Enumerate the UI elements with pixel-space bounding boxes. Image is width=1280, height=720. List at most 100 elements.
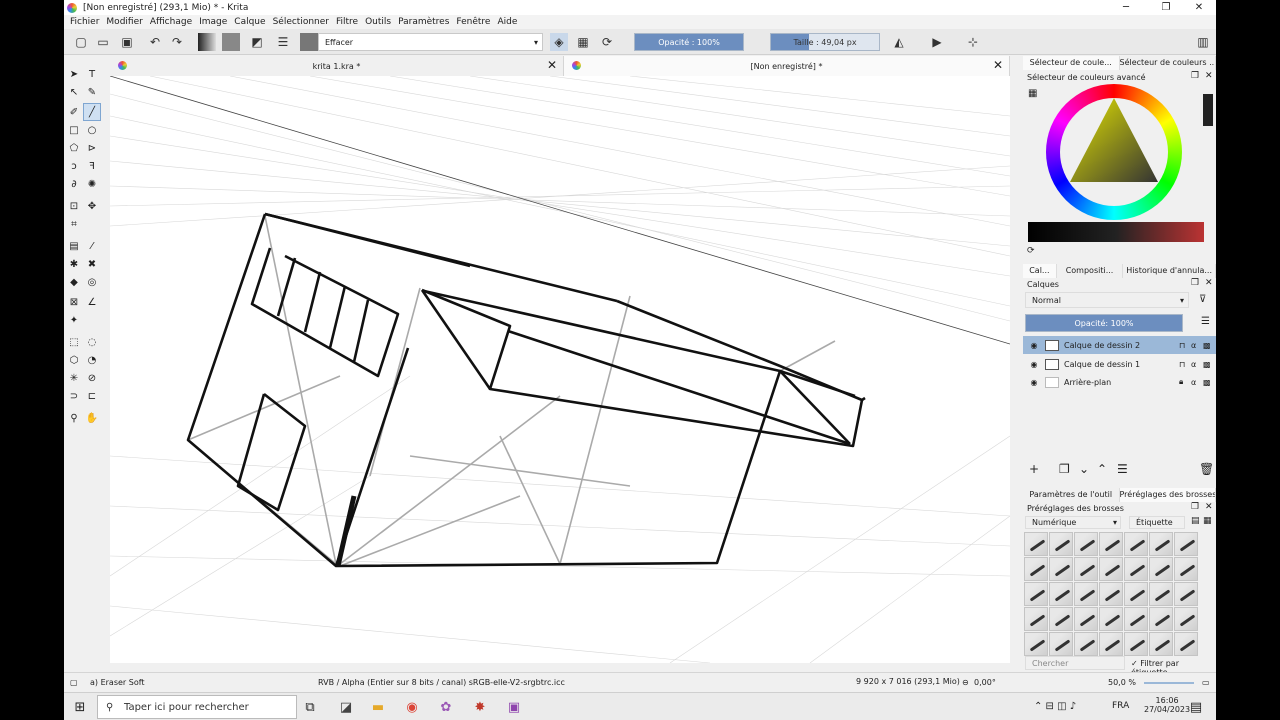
magnetic-select-icon[interactable]: ⊏ <box>84 388 100 404</box>
eraser-mode-icon[interactable]: ◈ <box>550 33 568 51</box>
move-layer-up-icon[interactable]: ⌃ <box>1097 462 1107 476</box>
move-icon[interactable]: ✥ <box>84 198 100 214</box>
undo-icon[interactable]: ↶ <box>146 33 164 51</box>
tab-layers[interactable]: Cal... <box>1023 264 1057 278</box>
reference-icon[interactable]: ✦ <box>66 312 82 328</box>
brush-preset-tile[interactable] <box>1099 632 1123 656</box>
multibrush-icon[interactable]: ✺ <box>84 176 100 192</box>
color-settings-icon[interactable]: ▦ <box>1028 88 1037 99</box>
menu-file[interactable]: Fichier <box>70 17 99 27</box>
brush-preset-tile[interactable] <box>1174 557 1198 581</box>
freehand-brush-icon[interactable]: ✐ <box>66 104 82 120</box>
open-folder-icon[interactable]: ▭ <box>94 33 112 51</box>
menu-edit[interactable]: Modifier <box>106 17 142 27</box>
brush-preset-tile[interactable] <box>1149 582 1173 606</box>
task-view-icon[interactable]: ⧉ <box>300 697 320 717</box>
save-icon[interactable]: ▣ <box>118 33 136 51</box>
dynamic-brush-icon[interactable]: ∂ <box>66 176 82 192</box>
visibility-icon[interactable]: ◉ <box>1027 360 1041 369</box>
delete-layer-icon[interactable]: 🗑︎ <box>1199 462 1214 476</box>
tab-color-selector[interactable]: Sélecteur de coule... <box>1023 56 1120 70</box>
zoom-icon[interactable]: ⚲ <box>66 410 82 426</box>
ellipse-select-icon[interactable]: ◌ <box>84 334 100 350</box>
brush-preset-tile[interactable] <box>1074 632 1098 656</box>
inherit-alpha-icon[interactable]: ▩ <box>1203 360 1211 369</box>
brush-preset-tile[interactable] <box>1074 607 1098 631</box>
close-panel-icon[interactable]: ✕ <box>1205 71 1213 81</box>
close-tab-icon[interactable]: ✕ <box>993 58 1003 72</box>
windows-start-icon[interactable]: ⊞ <box>70 697 90 717</box>
language-indicator[interactable]: FRA <box>1112 701 1129 711</box>
brush-preset-tile[interactable] <box>1074 557 1098 581</box>
view-mode-icon[interactable]: ▤ <box>1191 516 1200 526</box>
brush-preset-tile[interactable] <box>1149 632 1173 656</box>
lock-icon[interactable]: ⊓ <box>1179 341 1185 350</box>
brush-preset-tile[interactable] <box>1049 632 1073 656</box>
menu-tools[interactable]: Outils <box>365 17 391 27</box>
color-wheel[interactable] <box>1046 84 1182 220</box>
app-taskbar-icon[interactable]: ✸ <box>470 697 490 717</box>
polygon-icon[interactable]: ⬠ <box>66 140 82 156</box>
transform-icon[interactable]: ⊡ <box>66 198 82 214</box>
fg-bg-color-icon[interactable]: ◩ <box>248 33 266 51</box>
brush-preset-tile[interactable] <box>1099 607 1123 631</box>
close-panel-icon[interactable]: ✕ <box>1205 502 1213 512</box>
color-bar-shades[interactable] <box>1028 222 1204 242</box>
krita-taskbar-icon[interactable]: ✿ <box>436 697 456 717</box>
enclose-fill-icon[interactable]: ◎ <box>84 274 100 290</box>
visibility-icon[interactable]: ◉ <box>1027 378 1041 387</box>
menu-filter[interactable]: Filtre <box>336 17 358 27</box>
preserve-alpha-icon[interactable]: ▦ <box>574 33 592 51</box>
size-slider[interactable]: Taille : 49,04 px <box>770 33 880 51</box>
redo-icon[interactable]: ↷ <box>168 33 186 51</box>
tag-select[interactable]: Étiquette <box>1129 516 1185 529</box>
brush-settings-icon[interactable]: ☰ <box>274 33 292 51</box>
menu-select[interactable]: Sélectionner <box>273 17 329 27</box>
brush-preset-tile[interactable] <box>1124 532 1148 556</box>
inherit-alpha-icon[interactable]: ▩ <box>1203 341 1211 350</box>
menu-help[interactable]: Aide <box>497 17 517 27</box>
polyline-icon[interactable]: ⊳ <box>84 140 100 156</box>
brush-preset-tile[interactable] <box>1124 607 1148 631</box>
close-panel-icon[interactable]: ✕ <box>1205 278 1213 288</box>
recorder-icon[interactable]: ▣ <box>504 697 524 717</box>
alpha-lock-icon[interactable]: α <box>1191 360 1196 369</box>
freehand-select-icon[interactable]: ◔ <box>84 352 100 368</box>
mirror-horizontal-icon[interactable]: ◭ <box>890 33 908 51</box>
menu-image[interactable]: Image <box>199 17 227 27</box>
brush-preset-tile[interactable] <box>1024 632 1048 656</box>
pan-icon[interactable]: ✋ <box>84 410 100 426</box>
brush-preset-tile[interactable] <box>1174 532 1198 556</box>
preset-search-input[interactable]: Chercher <box>1025 656 1125 670</box>
brush-preset-tile[interactable] <box>1174 582 1198 606</box>
notifications-icon[interactable]: ▤ <box>1186 697 1206 717</box>
layer-row[interactable]: ◉ Calque de dessin 2 ⊓ α ▩ <box>1023 336 1216 354</box>
brush-preset-tile[interactable] <box>1124 632 1148 656</box>
gradient-tool-icon[interactable]: ▤ <box>66 238 82 254</box>
tab-unsaved[interactable]: [Non enregistré] * ✕ <box>564 56 1010 76</box>
text-tool-icon[interactable]: T <box>84 66 100 82</box>
similar-select-icon[interactable]: ⊘ <box>84 370 100 386</box>
expand-icon[interactable]: ▭ <box>1202 678 1210 687</box>
layer-blend-select[interactable]: Normal ▾ <box>1025 292 1189 308</box>
tray-icons[interactable]: ⌃ ⊟ ◫ ♪ <box>1034 701 1076 712</box>
brush-preset-tile[interactable] <box>1024 557 1048 581</box>
color-picker-icon[interactable]: ⁄ <box>84 238 100 254</box>
minimize-button[interactable]: ─ <box>1111 0 1141 15</box>
float-panel-icon[interactable]: ❐ <box>1191 278 1199 288</box>
tab-krita-1[interactable]: krita 1.kra * ✕ <box>110 56 564 76</box>
brush-preset-tile[interactable] <box>1099 532 1123 556</box>
zoom-slider[interactable] <box>1144 682 1194 684</box>
canvas-scrollbar[interactable] <box>1011 76 1019 663</box>
list-view-icon[interactable]: ▦ <box>1203 516 1212 526</box>
assistant-icon[interactable]: ⊠ <box>66 294 82 310</box>
tab-compositions[interactable]: Compositi... <box>1057 264 1124 278</box>
brush-preset-tile[interactable] <box>1124 582 1148 606</box>
file-explorer-icon[interactable]: ▬ <box>368 697 388 717</box>
rectangle-icon[interactable]: □ <box>66 122 82 138</box>
line-tool-icon[interactable]: ╱ <box>83 103 101 121</box>
layer-properties-icon[interactable]: ☰ <box>1117 462 1128 476</box>
taskbar-search-input[interactable]: ⚲ Taper ici pour rechercher <box>97 695 297 719</box>
move-layer-down-icon[interactable]: ⌄ <box>1079 462 1089 476</box>
brush-preset-tile[interactable] <box>1174 607 1198 631</box>
